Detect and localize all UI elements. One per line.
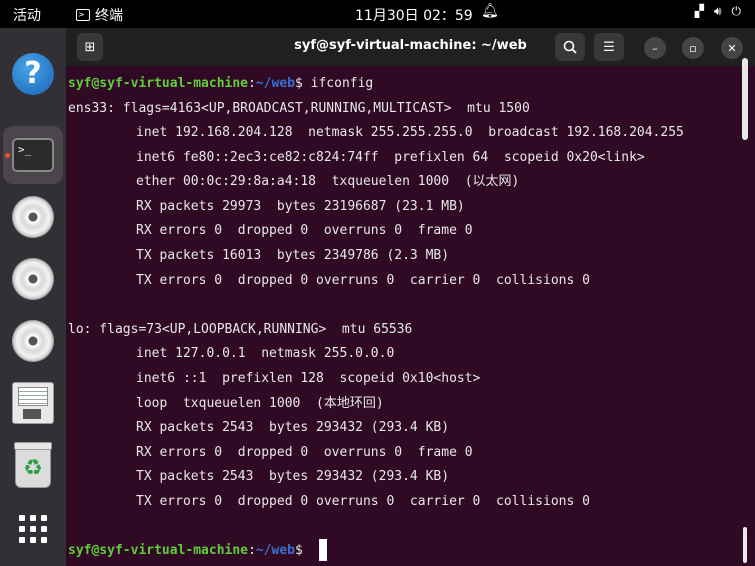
menu-icon: ☰ (603, 39, 615, 55)
output-line: TX errors 0 dropped 0 overruns 0 carrier… (136, 272, 590, 288)
app-menu-label: 终端 (95, 8, 123, 24)
output-line: RX packets 29973 bytes 23196687 (23.1 MB… (136, 198, 465, 214)
top-bar: 活动 > 终端 11月30日 02：59 🔔︎ ▞ 🔊︎ ⏻ (0, 0, 755, 28)
disc-icon (12, 320, 54, 362)
output-line: ens33: flags=4163<UP,BROADCAST,RUNNING,M… (68, 100, 530, 116)
output-line: RX packets 2543 bytes 293432 (293.4 KB) (136, 420, 450, 436)
dock-help[interactable]: ? (3, 45, 63, 103)
prompt-line: syf@syf-virtual-machine:~/web$ ifconfig (68, 72, 743, 97)
activities-button[interactable]: 活动 (13, 5, 41, 25)
output-line: TX packets 16013 bytes 2349786 (2.3 MB) (136, 248, 450, 264)
output-line: inet6 ::1 prefixlen 128 scopeid 0x10<hos… (136, 370, 481, 386)
system-tray[interactable]: ▞ 🔊︎ ⏻ (695, 4, 741, 19)
dock-floppy[interactable] (3, 374, 63, 432)
trash-icon: ♻ (14, 442, 52, 488)
minimize-icon: – (652, 41, 658, 55)
output-line: RX errors 0 dropped 0 overruns 0 frame 0 (136, 223, 473, 239)
search-icon (563, 40, 577, 54)
dock-disc-2[interactable] (3, 250, 63, 308)
show-apps-icon (19, 515, 47, 543)
output-line: RX errors 0 dropped 0 overruns 0 frame 0 (136, 444, 473, 460)
dock-disc-3[interactable] (3, 312, 63, 370)
network-icon[interactable]: ▞ (695, 4, 704, 19)
prompt-path: ~/web (255, 76, 295, 91)
power-icon[interactable]: ⏻ (732, 4, 742, 19)
search-button[interactable] (555, 33, 585, 61)
prompt-separator: : (248, 542, 256, 558)
clock[interactable]: 11月30日 02：59 (355, 5, 473, 25)
prompt-line: syf@syf-virtual-machine:~/web$ (68, 539, 743, 564)
output-line: TX errors 0 dropped 0 overruns 0 carrier… (136, 493, 590, 509)
output-line: loop txqueuelen 1000 (本地环回) (136, 395, 384, 411)
prompt-separator: : (248, 76, 256, 91)
floppy-icon (12, 382, 54, 424)
terminal-output[interactable]: syf@syf-virtual-machine:~/web$ ifconfig … (68, 72, 743, 564)
prompt-user: syf@syf-virtual-machine (68, 542, 249, 558)
output-line: inet6 fe80::2ec3:ce82:c824:74ff prefixle… (136, 149, 645, 165)
disc-icon (12, 258, 54, 300)
app-menu[interactable]: > 终端 (76, 5, 123, 25)
prompt-dollar: $ (294, 76, 311, 91)
prompt-dollar: $ (294, 542, 311, 558)
dock-trash[interactable]: ♻ (3, 438, 63, 496)
close-icon: ✕ (727, 41, 737, 55)
close-button[interactable]: ✕ (721, 37, 743, 59)
prompt-user: syf@syf-virtual-machine (68, 76, 249, 91)
output-line: inet 127.0.0.1 netmask 255.0.0.0 (136, 346, 395, 362)
help-icon: ? (12, 53, 54, 95)
disc-icon (12, 196, 54, 238)
terminal-icon: >_ (12, 138, 54, 172)
output-line: ether 00:0c:29:8a:a4:18 txqueuelen 1000 … (136, 174, 520, 190)
running-indicator (5, 153, 10, 158)
maximize-icon: ▫ (689, 41, 697, 55)
volume-icon[interactable]: 🔊︎ (714, 4, 722, 19)
scrollbar-thumb[interactable] (742, 58, 748, 140)
output-line: TX packets 2543 bytes 293432 (293.4 KB) (136, 469, 450, 485)
dock-disc-1[interactable] (3, 188, 63, 246)
dock-terminal[interactable]: >_ (3, 126, 63, 184)
title-bar: ⊞ syf@syf-virtual-machine: ~/web ☰ – ▫ ✕ (66, 28, 755, 66)
output-line: lo: flags=73<UP,LOOPBACK,RUNNING> mtu 65… (68, 321, 413, 337)
output-line: inet 192.168.204.128 netmask 255.255.255… (136, 125, 684, 141)
show-apps-button[interactable] (3, 500, 63, 558)
scrollbar-thumb[interactable] (743, 527, 747, 563)
prompt-path: ~/web (255, 542, 295, 558)
terminal-app-icon: > (76, 9, 90, 21)
minimize-button[interactable]: – (644, 37, 666, 59)
terminal-window: ⊞ syf@syf-virtual-machine: ~/web ☰ – ▫ ✕… (66, 28, 755, 566)
dock: ? >_ ♻ (0, 28, 66, 566)
command-text: ifconfig (310, 76, 374, 91)
text-cursor (318, 539, 327, 562)
bell-icon[interactable]: 🔔︎ (481, 3, 499, 19)
maximize-button[interactable]: ▫ (682, 37, 704, 59)
menu-button[interactable]: ☰ (594, 33, 624, 61)
